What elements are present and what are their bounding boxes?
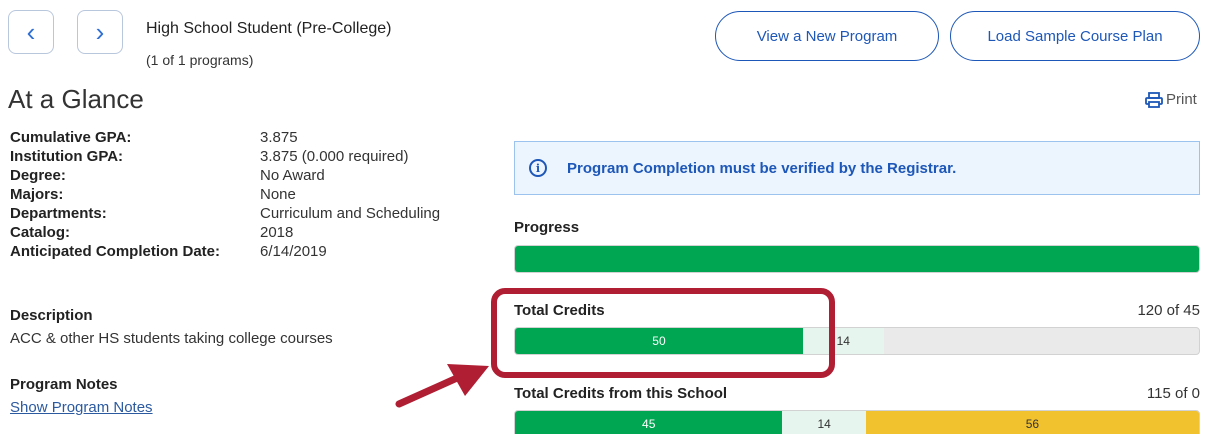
detail-value: Curriculum and Scheduling: [260, 205, 441, 222]
credit-segment-green: 45: [515, 411, 783, 434]
program-count: (1 of 1 programs): [146, 52, 254, 68]
detail-value: 6/14/2019: [260, 243, 327, 260]
credit-segment-light: 14: [782, 411, 866, 434]
program-notes-heading: Program Notes: [10, 376, 118, 393]
print-button[interactable]: Print: [1145, 91, 1197, 108]
detail-row: Institution GPA: 3.875 (0.000 required): [10, 147, 440, 166]
detail-row: Catalog: 2018: [10, 223, 440, 242]
description-text: ACC & other HS students taking college c…: [10, 330, 333, 347]
detail-label: Anticipated Completion Date:: [10, 243, 221, 260]
load-sample-course-plan-button[interactable]: Load Sample Course Plan: [950, 11, 1200, 61]
program-details: Cumulative GPA: 3.875 Institution GPA: 3.8…: [10, 128, 440, 261]
progress-heading: Progress: [514, 219, 580, 236]
detail-label: Cumulative GPA:: [10, 129, 132, 146]
school-credits-bar: 45 14 56: [514, 410, 1200, 434]
detail-label: Catalog:: [10, 224, 70, 241]
detail-row: Cumulative GPA: 3.875: [10, 128, 440, 147]
school-credits-summary: 115 of 0: [1146, 385, 1200, 402]
detail-value: 3.875: [260, 129, 298, 146]
previous-program-button[interactable]: ‹: [8, 10, 54, 54]
detail-value: No Award: [260, 167, 325, 184]
show-program-notes-link[interactable]: Show Program Notes: [10, 399, 153, 416]
chevron-left-icon: ‹: [26, 17, 36, 47]
view-new-program-button[interactable]: View a New Program: [715, 11, 939, 61]
detail-value: None: [260, 186, 296, 203]
next-program-button[interactable]: ›: [77, 10, 123, 54]
detail-value: 3.875 (0.000 required): [260, 148, 409, 165]
credit-segment-green: [515, 246, 1199, 272]
printer-icon: [1145, 91, 1163, 108]
page-title: At a Glance: [8, 84, 144, 114]
progress-bar: [514, 245, 1200, 273]
program-title: High School Student (Pre-College): [146, 20, 392, 37]
school-credits-heading: Total Credits from this School: [514, 385, 728, 402]
detail-label: Majors:: [10, 186, 64, 203]
detail-row: Anticipated Completion Date: 6/14/2019: [10, 242, 440, 261]
detail-label: Degree:: [10, 167, 66, 184]
registrar-alert: i Program Completion must be verified by…: [514, 141, 1200, 195]
detail-label: Institution GPA:: [10, 148, 124, 165]
annotation-highlight-box: [491, 288, 835, 378]
credit-segment-yellow: 56: [865, 411, 1199, 434]
description-heading: Description: [10, 307, 93, 324]
info-icon: i: [529, 159, 547, 177]
detail-value: 2018: [260, 224, 294, 241]
annotation-arrow-icon: [395, 364, 489, 408]
chevron-right-icon: ›: [95, 17, 105, 47]
total-credits-summary: 120 of 45: [1137, 302, 1200, 319]
print-label: Print: [1166, 91, 1197, 108]
detail-row: Majors: None: [10, 185, 440, 204]
detail-row: Departments: Curriculum and Scheduling: [10, 204, 440, 223]
detail-label: Departments:: [10, 205, 107, 222]
detail-row: Degree: No Award: [10, 166, 440, 185]
alert-text: Program Completion must be verified by t…: [567, 159, 957, 177]
